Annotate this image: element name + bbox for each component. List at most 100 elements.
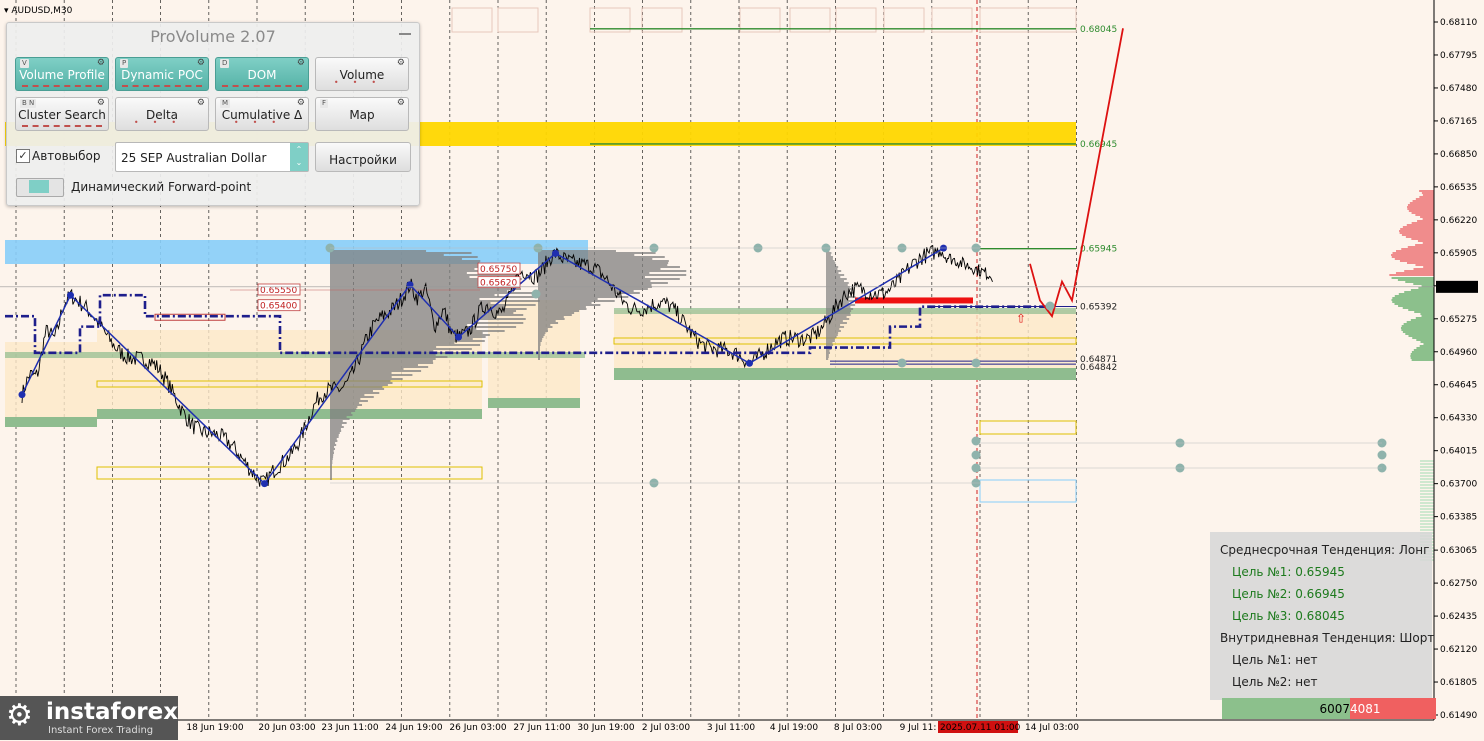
volume-bar [330,254,444,256]
marker-dot [971,450,981,460]
green-band [488,398,580,408]
y-tick-label: 0.67165 [1440,117,1477,127]
pv-button-label: Volume Profile [19,68,105,82]
gear-icon[interactable]: ⚙ [197,98,205,108]
price-level-label: 0.65945 [1080,245,1117,255]
gear-icon[interactable]: ⚙ [297,98,305,108]
pv-button-dynamic-poc[interactable]: P ⚙ Dynamic POC [115,57,209,91]
volume-bar [826,334,838,336]
dom-bid-bar [1414,311,1434,313]
buy-count: 6007 [1222,698,1350,719]
minimize-icon[interactable] [399,33,411,35]
volume-bar [538,330,548,332]
intraday-trend-text: Внутридневная Тенденция: Шорт [1220,631,1435,645]
pv-button-label: Cluster Search [18,108,106,122]
volume-bar [538,334,545,336]
volume-bar [826,268,838,270]
y-tick-label: 0.64015 [1440,447,1477,457]
instrument-value: 25 SEP Australian Dollar [121,151,267,165]
y-tick-label: 0.66220 [1440,216,1477,226]
pv-button-dom[interactable]: D ⚙ DOM [215,57,309,91]
pv-button-volume[interactable]: ⚙ Volume ••• [315,57,409,91]
y-tick-label: 0.64645 [1440,381,1477,391]
indicator-dots: ••• [133,118,191,127]
dom-ask-bar [1392,252,1434,254]
volume-bar [538,332,546,334]
spinner-icon[interactable]: ⌃ ⌄ [290,143,308,171]
indicator-dashes [122,83,202,87]
volume-bar [538,282,668,284]
gear-icon[interactable]: ⚙ [397,98,405,108]
settings-button[interactable]: Настройки [315,142,411,172]
marker-dot [897,358,907,368]
instrument-select[interactable]: 25 SEP Australian Dollar ⌃ ⌄ [115,142,309,172]
shortcut-key: F [320,99,329,108]
dom-bid-bar [1410,289,1434,291]
marker-dot [1377,450,1387,460]
forward-point-toggle[interactable] [16,178,64,197]
dom-ask-bar [1405,236,1434,238]
x-tick-label: 20 Jun 03:00 [258,723,315,733]
volume-bar [538,324,551,326]
gear-icon[interactable]: ⚙ [397,58,405,68]
autoselect-checkbox[interactable]: ✓ [16,149,30,163]
volume-bar [330,276,470,278]
volume-bar [826,354,829,356]
volume-bar [538,284,652,286]
volume-bar [330,372,392,374]
dom-ask-bar [1402,226,1434,228]
y-tick-label: 0.64330 [1440,414,1477,424]
pv-button-map[interactable]: F ⚙ Map [315,97,409,131]
volume-bar [330,448,336,450]
volume-bar [826,276,841,278]
dom-ask-bar [1411,212,1434,214]
volume-bar [330,376,392,378]
shortcut-key: P [120,59,129,68]
volume-bar [330,294,495,296]
x-tick-label: 27 Jun 11:00 [513,723,570,733]
volume-bar [330,464,332,466]
volume-bar [330,412,352,414]
dom-bid-bar [1420,526,1434,528]
volume-bar [538,294,616,296]
dom-bid-bar [1401,325,1434,327]
dom-bid-bar [1420,463,1434,465]
volume-bar [330,442,336,444]
pv-button-volume-profile[interactable]: V ⚙ Volume Profile [15,57,109,91]
dom-ask-bar [1404,270,1434,272]
volume-bar [826,258,833,260]
dom-ask-bar [1391,254,1434,256]
volume-bar [538,310,580,312]
gear-icon[interactable]: ⚙ [97,98,105,108]
y-tick-label: 0.65905 [1440,249,1477,259]
dom-ask-bar [1415,214,1434,216]
provolume-panel[interactable]: ProVolume 2.07 V ⚙ Volume Profile P ⚙ Dynamic… [6,22,420,206]
volume-bar [538,326,553,328]
poc-label: 0.65400 [260,302,297,312]
volume-bar [330,300,540,302]
y-tick-label: 0.64960 [1440,348,1477,358]
volume-bar [330,260,481,262]
pv-button-delta[interactable]: ⚙ Delta ••• [115,97,209,131]
volume-bar [538,258,653,260]
pv-button-cumulative-[interactable]: M ⚙ Cumulative Δ ••• [215,97,309,131]
gear-icon[interactable]: ⚙ [97,58,105,68]
volume-bar [538,270,687,272]
marker-dot [1045,301,1055,311]
dom-bid-bar [1391,299,1434,301]
dom-bid-bar [1394,303,1434,305]
pv-button-cluster-search[interactable]: B N ⚙ Cluster Search [15,97,109,131]
blue-zone [5,240,588,264]
volume-bar [826,282,849,284]
dom-ask-bar [1391,256,1434,258]
dom-bid-bar [1410,357,1434,359]
dom-bid-bar [1392,297,1434,299]
dom-ask-bar [1419,196,1434,198]
dom-bid-bar [1416,347,1434,349]
dom-ask-bar [1419,190,1434,192]
poc-label: 0.65750 [480,265,517,275]
gear-icon[interactable]: ⚙ [297,58,305,68]
volume-bar [538,314,572,316]
gear-icon[interactable]: ⚙ [197,58,205,68]
dom-bid-bar [1397,279,1434,281]
